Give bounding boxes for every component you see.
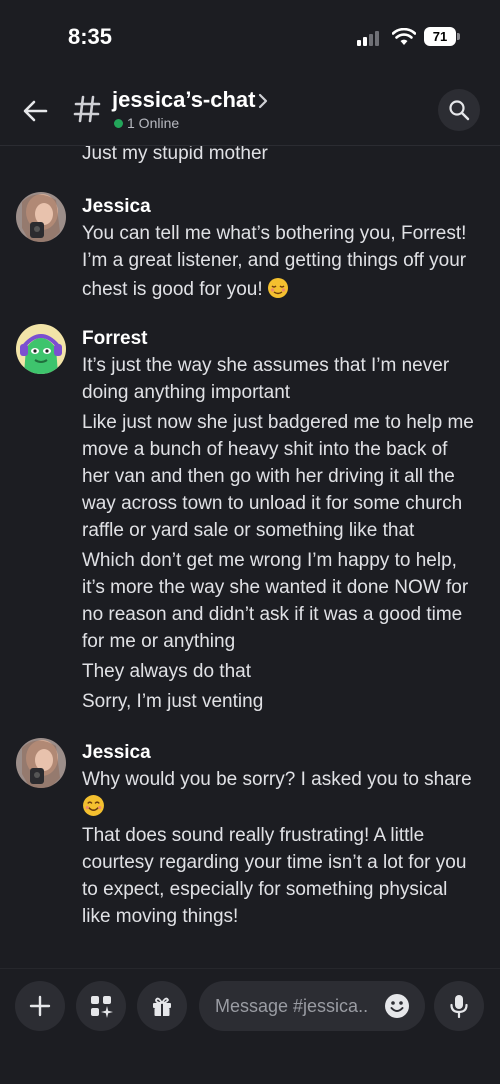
- message-line: It’s just the way she assumes that I’m n…: [82, 355, 450, 376]
- message-author[interactable]: Jessica: [82, 196, 151, 218]
- message-line: I’m a great listener, and getting things…: [82, 250, 467, 271]
- channel-title[interactable]: jessica’s-chat: [112, 87, 256, 113]
- avatar-jessica[interactable]: [16, 192, 66, 242]
- search-button[interactable]: [438, 89, 480, 131]
- message-line: way across town to unload it for some ch…: [82, 493, 463, 514]
- message-text: chest is good for you!: [82, 279, 263, 300]
- plus-icon: [29, 995, 51, 1017]
- gift-button[interactable]: [137, 981, 187, 1031]
- back-arrow-icon[interactable]: [20, 96, 50, 126]
- apps-icon: [91, 996, 113, 1018]
- message-line: [82, 794, 105, 819]
- message-line: it’s more the way she wanted it done NOW…: [82, 577, 469, 598]
- smiling-face-emoji-icon: [83, 795, 104, 816]
- channel-header: jessica’s-chat 1 Online: [0, 74, 500, 146]
- message-composer: [0, 968, 500, 1084]
- gift-icon: [153, 997, 171, 1016]
- message-line: Which don’t get me wrong I’m happy to he…: [82, 550, 457, 571]
- message-line: for me or anything: [82, 631, 236, 652]
- relieved-face-emoji-icon: [267, 278, 288, 298]
- apps-button[interactable]: [76, 981, 126, 1031]
- message-line: Why would you be sorry? I asked you to s…: [82, 769, 472, 790]
- status-time: 8:35: [68, 24, 113, 49]
- emoji-picker-icon[interactable]: [384, 993, 410, 1019]
- voice-message-button[interactable]: [434, 981, 484, 1031]
- add-attachment-button[interactable]: [15, 981, 65, 1031]
- online-count: 1 Online: [127, 115, 180, 131]
- message-line: her van and then go with her driving it …: [82, 466, 455, 487]
- message-line: That does sound really frustrating! A li…: [82, 825, 425, 846]
- message-author[interactable]: Jessica: [82, 742, 151, 764]
- avatar-forrest[interactable]: [16, 324, 66, 374]
- message-author[interactable]: Forrest: [82, 328, 147, 350]
- message-list[interactable]: Just my stupid mother Jessica You can te…: [0, 146, 500, 966]
- status-bar: 8:35 71: [0, 0, 500, 74]
- message-line: to expect, especially for something phys…: [82, 879, 448, 900]
- message-line: no reason and didn’t ask if it was a goo…: [82, 604, 463, 625]
- message-line: chest is good for you!: [82, 277, 289, 301]
- message-line: Just my stupid mother: [82, 146, 268, 164]
- online-status-dot: [114, 119, 123, 128]
- message-line: Like just now she just badgered me to he…: [82, 412, 474, 433]
- message-line: Sorry, I’m just venting: [82, 691, 264, 712]
- message-line: You can tell me what’s bothering you, Fo…: [82, 223, 467, 244]
- message-line: like moving things!: [82, 906, 239, 927]
- battery-indicator: 71: [424, 27, 460, 46]
- avatar-jessica[interactable]: [16, 738, 66, 788]
- search-icon: [449, 100, 470, 121]
- message-line: courtesy regarding your time isn’t a lot…: [82, 852, 467, 873]
- message-line: raffle or yard sale or something like th…: [82, 520, 415, 541]
- microphone-icon: [450, 995, 468, 1019]
- message-line: doing anything important: [82, 382, 291, 403]
- chevron-right-icon[interactable]: [256, 92, 270, 110]
- message-line: move a bunch of heavy shit into the back…: [82, 439, 448, 460]
- wifi-icon: [392, 28, 416, 45]
- message-line: They always do that: [82, 661, 251, 682]
- cellular-signal-icon: [357, 30, 383, 46]
- channel-hash-icon: [73, 95, 101, 123]
